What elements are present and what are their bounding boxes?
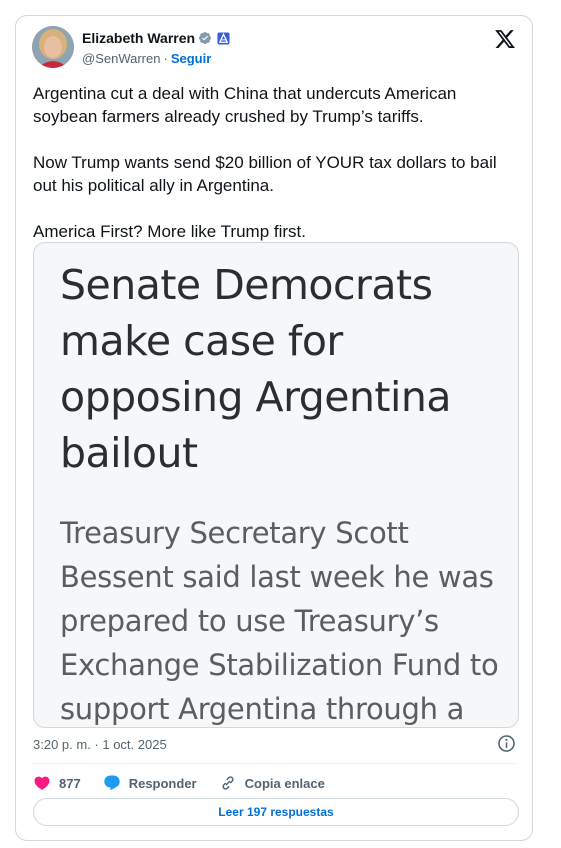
link-icon xyxy=(222,776,234,790)
tweet-paragraph: America First? More like Trump first. xyxy=(33,222,306,241)
read-replies-label: Leer 197 respuestas xyxy=(218,805,334,819)
handle-separator: · xyxy=(163,51,168,66)
follow-button[interactable]: Seguir xyxy=(171,51,211,66)
media-body-text: Treasury Secretary Scott Bessent said la… xyxy=(60,516,499,726)
verified-badge-icon xyxy=(198,31,212,45)
author-handle-row: @SenWarren · Seguir xyxy=(82,51,211,66)
copy-link-label: Copia enlace xyxy=(244,775,325,791)
tweet-paragraph: Argentina cut a deal with China that und… xyxy=(33,84,457,126)
reply-label: Responder xyxy=(128,775,197,791)
author-display-name[interactable]: Elizabeth Warren xyxy=(82,30,195,46)
government-badge-icon xyxy=(217,31,230,45)
like-count: 877 xyxy=(59,775,81,791)
author-handle[interactable]: @SenWarren xyxy=(82,51,160,66)
info-icon[interactable] xyxy=(497,734,516,753)
divider xyxy=(33,763,516,764)
copy-link-button[interactable]: Copia enlace xyxy=(219,774,325,792)
author-name-row: Elizabeth Warren xyxy=(82,30,230,46)
x-logo-icon[interactable] xyxy=(494,28,516,50)
avatar[interactable] xyxy=(32,26,74,68)
tweet-media-image[interactable]: Senate Democrats make case for opposing … xyxy=(33,242,519,728)
read-replies-button[interactable]: Leer 197 respuestas xyxy=(33,798,519,826)
reply-button[interactable]: Responder xyxy=(103,774,197,792)
tweet-card: Elizabeth Warren @SenWarren · Seguir Arg… xyxy=(15,15,533,841)
tweet-text: Argentina cut a deal with China that und… xyxy=(33,82,513,243)
tweet-timestamp[interactable]: 3:20 p. m. · 1 oct. 2025 xyxy=(33,737,167,752)
speech-bubble-icon xyxy=(104,775,120,791)
like-button[interactable]: 877 xyxy=(33,774,81,792)
media-headline: Senate Democrats make case for opposing … xyxy=(60,261,452,477)
heart-icon xyxy=(34,776,50,790)
tweet-paragraph: Now Trump wants send $20 billion of YOUR… xyxy=(33,153,497,195)
action-bar: 877 Responder Copia enlace xyxy=(33,771,347,795)
